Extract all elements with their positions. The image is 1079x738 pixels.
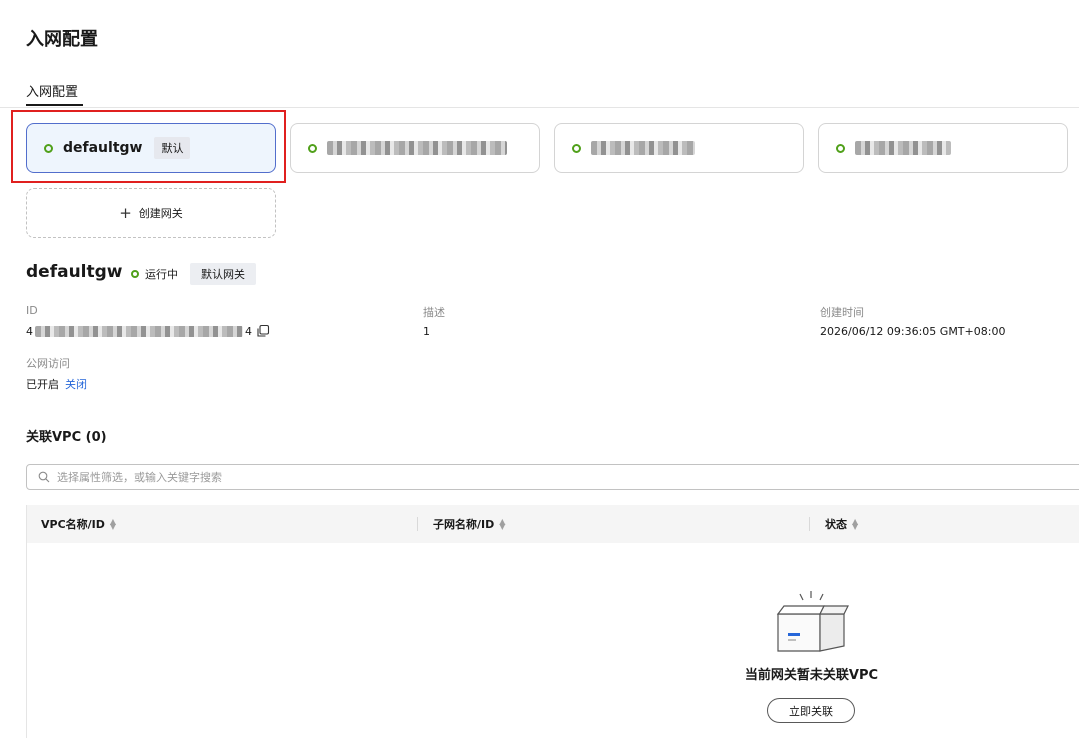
column-separator <box>417 517 418 531</box>
redacted-gateway-name <box>855 141 951 155</box>
status-running-icon <box>572 143 581 153</box>
selection-highlight-box <box>11 110 286 183</box>
disable-public-access-link[interactable]: 关闭 <box>65 378 87 391</box>
create-gateway-button[interactable]: + 创建网关 <box>26 188 276 238</box>
gateway-card-4[interactable] <box>818 123 1068 173</box>
status-running-icon <box>131 270 139 278</box>
page-title: 入网配置 <box>26 29 98 50</box>
gateway-card-2[interactable] <box>290 123 540 173</box>
sort-icon[interactable]: ▲ ▼ <box>852 518 858 531</box>
tab-network-config[interactable]: 入网配置 <box>26 81 78 106</box>
column-header-label: 状态 <box>825 518 847 531</box>
status-text: 运行中 <box>145 268 178 281</box>
empty-state-text: 当前网关暂未关联VPC <box>744 668 879 683</box>
column-separator <box>809 517 810 531</box>
id-label: ID <box>26 304 38 317</box>
vpc-search-box[interactable] <box>26 464 1079 490</box>
create-gateway-label: 创建网关 <box>138 207 183 220</box>
vpc-section-title: 关联VPC (0) <box>26 430 107 445</box>
empty-box-icon <box>776 591 849 652</box>
default-gateway-badge: 默认网关 <box>190 263 256 285</box>
id-value-prefix: 4 <box>26 325 33 338</box>
column-header-status[interactable]: 状态 ▲ ▼ <box>825 505 858 543</box>
tab-divider <box>0 107 1079 108</box>
redacted-gateway-name <box>591 141 695 155</box>
plus-icon: + <box>119 204 132 222</box>
public-access-label: 公网访问 <box>26 357 70 370</box>
vpc-search-input[interactable] <box>57 470 657 484</box>
sort-icon[interactable]: ▲ ▼ <box>499 518 505 531</box>
created-time-label: 创建时间 <box>820 306 864 319</box>
id-value-suffix: 4 <box>245 325 252 338</box>
id-value: 4 4 <box>26 325 252 338</box>
column-header-subnet[interactable]: 子网名称/ID ▲ ▼ <box>433 505 505 543</box>
vpc-table-header: VPC名称/ID ▲ ▼ 子网名称/ID ▲ ▼ 状态 ▲ ▼ <box>27 505 1079 543</box>
vpc-table: VPC名称/ID ▲ ▼ 子网名称/ID ▲ ▼ 状态 ▲ ▼ <box>26 505 1079 738</box>
created-time-value: 2026/06/12 09:36:05 GMT+08:00 <box>820 325 1006 338</box>
gateway-detail-title: defaultgw <box>26 262 123 282</box>
associate-now-button[interactable]: 立即关联 <box>767 698 855 723</box>
redacted-id <box>35 326 243 337</box>
description-label: 描述 <box>423 306 445 319</box>
public-access-value: 已开启 关闭 <box>26 376 87 392</box>
redacted-gateway-name <box>327 141 507 155</box>
column-header-vpc[interactable]: VPC名称/ID ▲ ▼ <box>41 505 116 543</box>
gateway-status: 运行中 <box>131 266 178 282</box>
search-icon <box>38 471 50 483</box>
gateway-card-3[interactable] <box>554 123 804 173</box>
column-header-label: VPC名称/ID <box>41 518 105 531</box>
column-header-label: 子网名称/ID <box>433 518 495 531</box>
description-value: 1 <box>423 325 430 338</box>
tab-active-underline <box>26 104 83 106</box>
copy-icon[interactable] <box>256 324 270 338</box>
public-access-status: 已开启 <box>26 378 59 391</box>
status-running-icon <box>836 143 845 153</box>
status-running-icon <box>308 143 317 153</box>
sort-icon[interactable]: ▲ ▼ <box>110 518 116 531</box>
